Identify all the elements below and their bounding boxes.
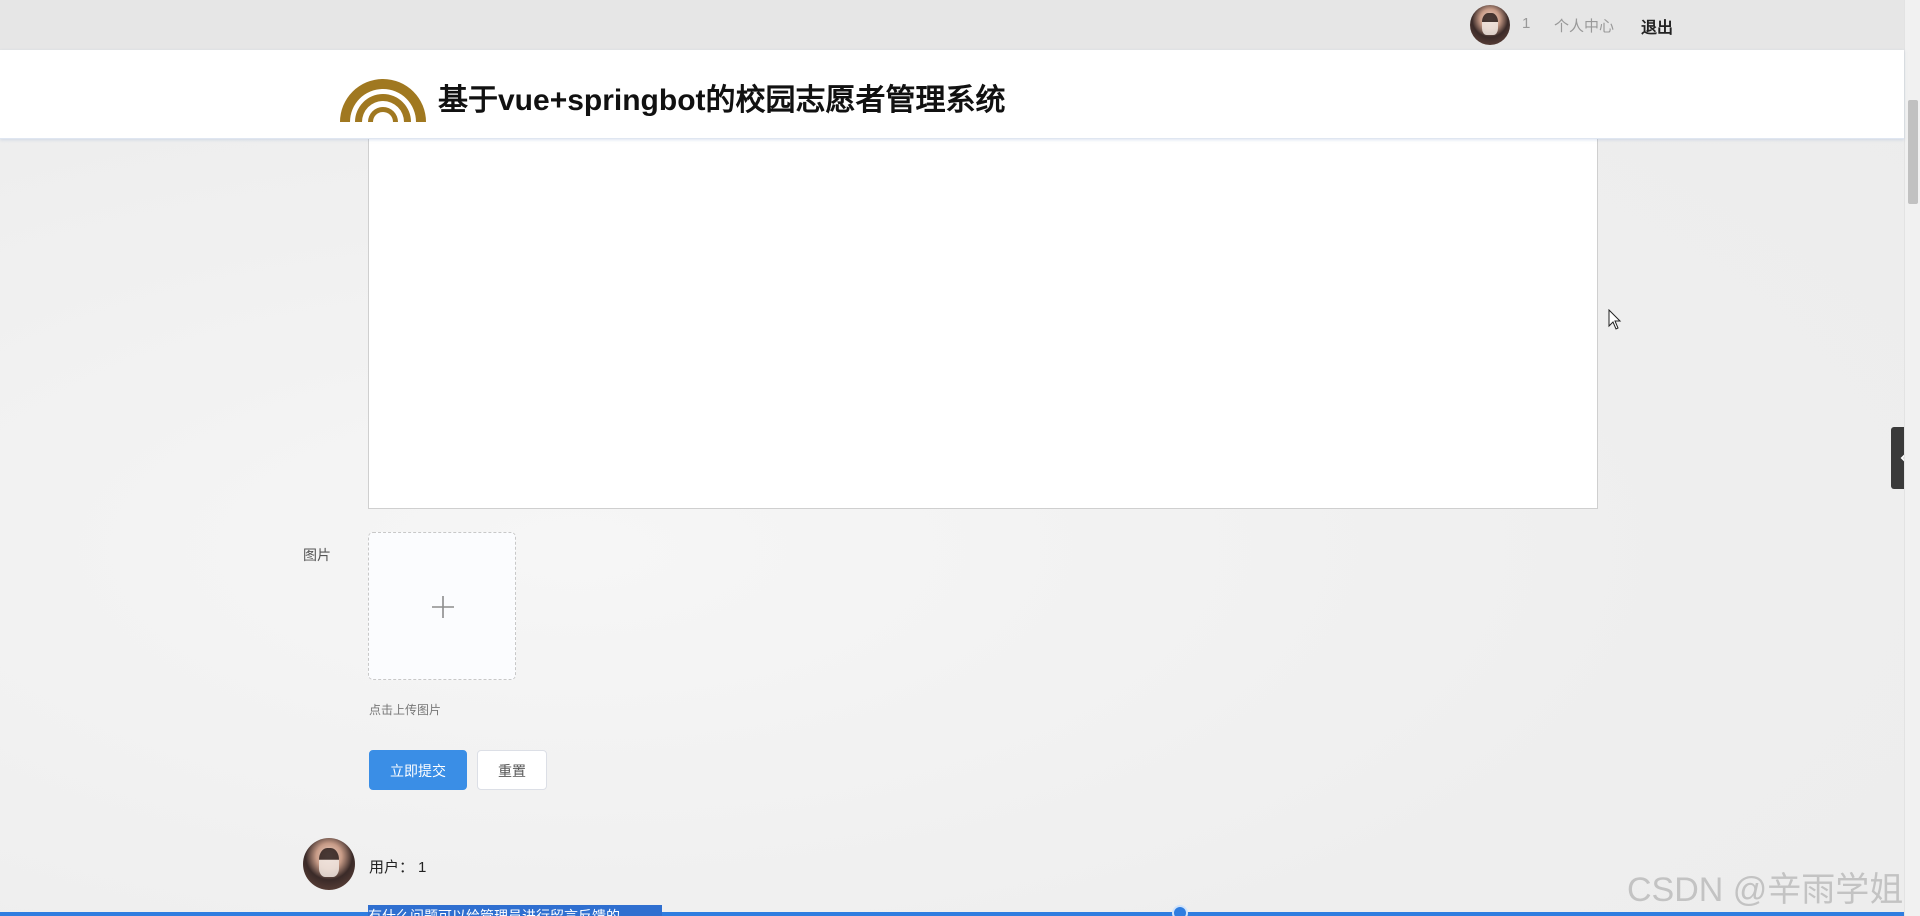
bottom-progress-bar	[0, 912, 1904, 916]
comment-user-value: 1	[418, 859, 427, 876]
watermark: CSDN @辛雨学姐	[1627, 871, 1904, 909]
submit-button[interactable]: 立即提交	[369, 750, 467, 790]
page-scrollbar[interactable]	[1904, 0, 1920, 916]
scrollbar-thumb[interactable]	[1908, 100, 1918, 204]
content-editor[interactable]	[368, 137, 1598, 509]
image-field-label: 图片	[303, 547, 331, 563]
image-upload-box[interactable]	[368, 532, 516, 680]
comment-user: 用户： 1	[369, 856, 426, 877]
user-avatar[interactable]	[1470, 5, 1510, 45]
comment-text-selected[interactable]: 有什么问题可以给管理员进行留言反馈的	[368, 905, 662, 916]
slider-handle[interactable]	[1172, 905, 1188, 916]
mouse-cursor-icon	[1608, 309, 1622, 330]
upload-tip: 点击上传图片	[369, 703, 442, 717]
site-title: 基于vue+springbot的校园志愿者管理系统	[438, 84, 1006, 117]
logout-link[interactable]: 退出	[1641, 14, 1673, 38]
comment-user-label: 用户：	[369, 859, 415, 876]
plus-icon	[432, 596, 454, 618]
site-header: 基于vue+springbot的校园志愿者管理系统	[0, 50, 1904, 139]
personal-center-link[interactable]: 个人中心	[1554, 15, 1614, 36]
comment-avatar	[303, 838, 355, 890]
username: 1	[1522, 15, 1531, 32]
reset-button[interactable]: 重置	[477, 750, 547, 790]
top-bar: 1 个人中心 退出	[0, 0, 1904, 50]
site-logo-icon	[340, 79, 426, 122]
page: 1 个人中心 退出 基于vue+springbot的校园志愿者管理系统 图片 点…	[0, 0, 1920, 916]
